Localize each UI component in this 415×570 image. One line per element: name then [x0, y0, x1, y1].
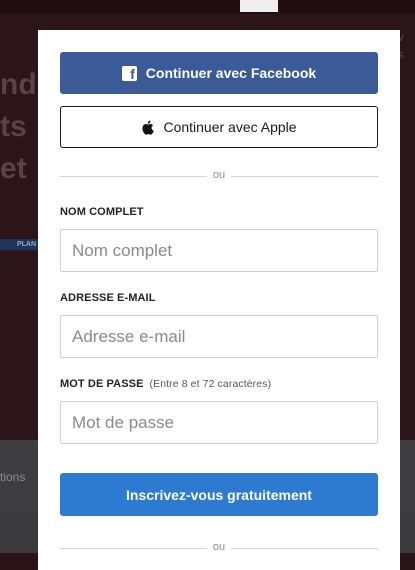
- background-section-text: tions: [0, 470, 26, 484]
- background-headline-line: nd: [0, 68, 37, 101]
- apple-icon: [142, 120, 155, 135]
- or-divider-bottom: ou: [60, 541, 378, 554]
- apple-login-button[interactable]: Continuer avec Apple: [60, 106, 378, 148]
- email-input[interactable]: [60, 315, 378, 358]
- password-hint: (Entre 8 et 72 caractères): [149, 378, 272, 390]
- background-headline-line: et: [0, 152, 27, 185]
- password-input[interactable]: [60, 401, 378, 444]
- facebook-login-label: Continuer avec Facebook: [145, 65, 317, 81]
- full-name-input[interactable]: [60, 229, 378, 272]
- facebook-login-button[interactable]: f Continuer avec Facebook: [60, 52, 378, 94]
- background-badge: PLAN: [0, 239, 38, 250]
- email-label: ADRESSE E-MAIL: [60, 292, 156, 304]
- signup-button-label: Inscrivez-vous gratuitement: [126, 486, 312, 503]
- background-tab: [240, 0, 278, 12]
- or-divider-text: ou: [206, 169, 232, 181]
- password-label: MOT DE PASSE (Entre 8 et 72 caractères): [60, 378, 271, 390]
- or-divider-bottom-text: ou: [206, 541, 232, 553]
- apple-login-label: Continuer avec Apple: [163, 119, 297, 135]
- background-headline-line: ts: [0, 110, 27, 143]
- password-label-text: MOT DE PASSE: [60, 378, 144, 390]
- signup-modal: f Continuer avec Facebook Continuer avec…: [38, 30, 400, 570]
- full-name-label: NOM COMPLET: [60, 206, 144, 218]
- background-top-bar: [0, 0, 415, 14]
- facebook-icon: f: [121, 65, 137, 81]
- signup-button[interactable]: Inscrivez-vous gratuitement: [60, 473, 378, 516]
- or-divider: ou: [60, 169, 378, 182]
